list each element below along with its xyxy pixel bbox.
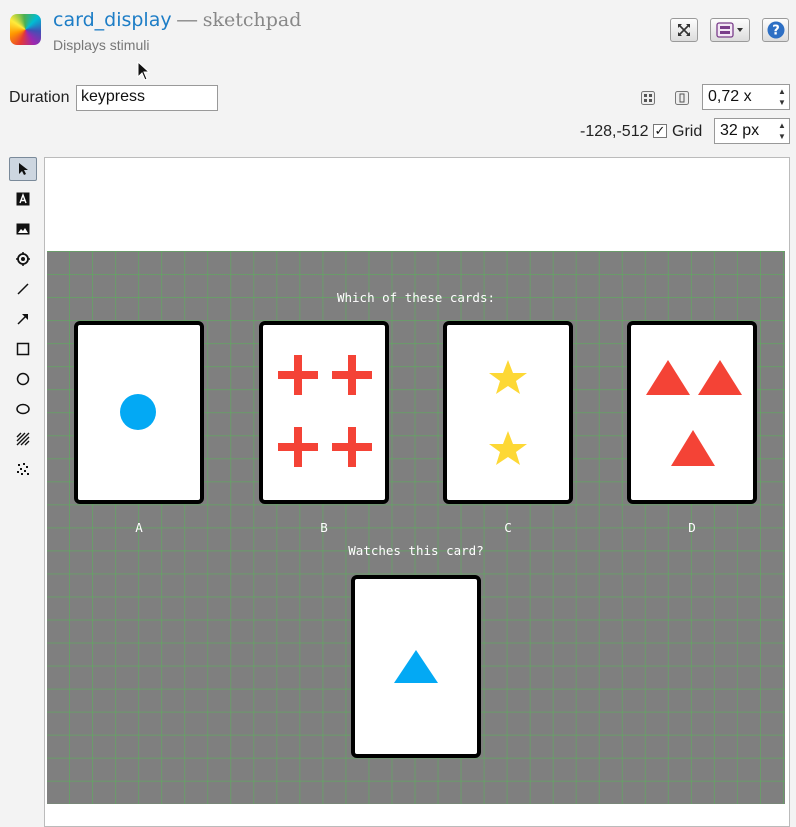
card-b-shapes <box>278 355 372 467</box>
card-c[interactable] <box>443 321 573 504</box>
pointer-icon <box>19 163 28 175</box>
help-button[interactable]: ? <box>762 18 789 42</box>
duration-input[interactable]: keypress <box>76 85 218 111</box>
card-label-c[interactable]: C <box>443 520 573 535</box>
item-description[interactable]: Displays stimuli <box>53 37 149 53</box>
item-type: sketchpad <box>202 9 302 31</box>
arrow-tool-button[interactable] <box>9 307 37 331</box>
text-icon <box>16 192 30 206</box>
grid-size-spinbox[interactable]: 32 px ▲ ▼ <box>714 118 790 144</box>
yellow-star-shape <box>489 360 527 394</box>
grid-checkbox[interactable]: ✓ <box>653 124 667 138</box>
rectangle-tool-button[interactable] <box>9 337 37 361</box>
card-d[interactable] <box>627 321 757 504</box>
blue-triangle-shape <box>394 650 438 683</box>
ellipse-icon <box>16 403 30 415</box>
grid-label: Grid <box>672 123 703 140</box>
fullscreen-icon <box>678 24 690 36</box>
display-stage[interactable]: Which of these cards: A B C D Watches th… <box>47 251 785 804</box>
card-label-d[interactable]: D <box>627 520 757 535</box>
line-tool-button[interactable] <box>9 277 37 301</box>
view-options-button[interactable] <box>710 18 750 42</box>
red-triangle-shape <box>698 360 742 395</box>
text-tool-button[interactable] <box>9 187 37 211</box>
fullscreen-button[interactable] <box>670 18 698 42</box>
spin-arrows-icon[interactable]: ▲ ▼ <box>777 86 787 108</box>
card-c-shapes <box>489 360 527 465</box>
rectangle-icon <box>16 342 30 356</box>
pointer-tool-button[interactable] <box>9 157 37 181</box>
spin-arrows-icon[interactable]: ▲ ▼ <box>777 120 787 142</box>
red-triangle-shape <box>671 430 715 466</box>
yellow-star-shape <box>489 431 527 465</box>
settings-panel-icon <box>716 22 743 38</box>
chevron-down-icon <box>737 28 743 32</box>
mouse-cursor-icon <box>137 61 151 81</box>
card-label-b[interactable]: B <box>259 520 389 535</box>
center-stage-icon[interactable] <box>641 91 655 105</box>
title-separator: — <box>171 9 203 31</box>
card-label-a[interactable]: A <box>74 520 204 535</box>
item-title: card_display — sketchpad <box>53 9 301 32</box>
red-cross-shape <box>278 427 318 467</box>
gabor-patch-icon <box>16 432 30 446</box>
red-cross-shape <box>278 355 318 395</box>
gabor-tool-button[interactable] <box>9 427 37 451</box>
sketchpad-app-icon <box>10 14 41 45</box>
red-cross-shape <box>332 355 372 395</box>
noise-patch-icon <box>17 463 29 475</box>
circle-tool-button[interactable] <box>9 367 37 391</box>
question-text[interactable]: Which of these cards: <box>47 290 785 305</box>
target-card-shapes <box>394 650 438 683</box>
card-b[interactable] <box>259 321 389 504</box>
zoom-value: 0,72 x <box>708 88 752 105</box>
card-a[interactable] <box>74 321 204 504</box>
duration-label: Duration <box>9 89 70 106</box>
circle-icon <box>16 372 30 386</box>
red-cross-shape <box>332 427 372 467</box>
fixation-dot-icon <box>16 252 30 266</box>
ellipse-tool-button[interactable] <box>9 397 37 421</box>
drawing-toolbar <box>9 157 37 487</box>
image-tool-button[interactable] <box>9 217 37 241</box>
svg-text:?: ? <box>772 24 780 39</box>
line-icon <box>17 283 29 295</box>
card-a-shapes <box>120 394 156 430</box>
fixation-dot-tool-button[interactable] <box>9 247 37 271</box>
help-icon: ? <box>767 21 784 39</box>
noise-patch-tool-button[interactable] <box>9 457 37 481</box>
red-triangle-shape <box>646 360 690 395</box>
arrow-icon <box>17 314 28 325</box>
target-card[interactable] <box>351 575 481 758</box>
reset-zoom-icon[interactable] <box>675 91 689 105</box>
grid-size-value: 32 px <box>720 122 760 139</box>
match-question-text[interactable]: Watches this card? <box>47 543 785 558</box>
cursor-position-readout: -128,-512 <box>580 123 649 140</box>
item-name[interactable]: card_display <box>53 9 172 31</box>
image-icon <box>16 223 30 235</box>
card-d-shapes <box>646 360 742 466</box>
blue-circle-shape <box>120 394 156 430</box>
zoom-spinbox[interactable]: 0,72 x ▲ ▼ <box>702 84 790 110</box>
